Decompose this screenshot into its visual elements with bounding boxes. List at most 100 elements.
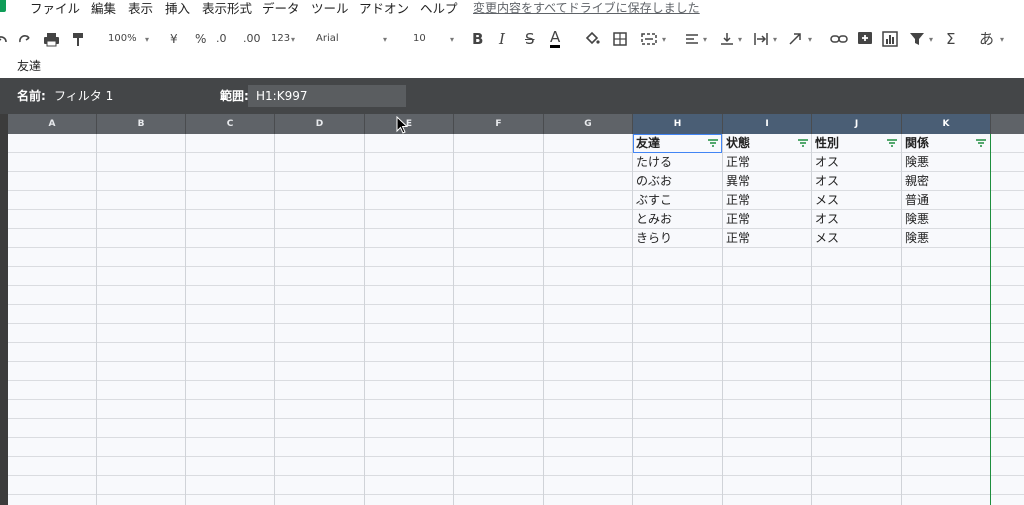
font-family-select[interactable]: Arial: [316, 30, 339, 48]
table-cell[interactable]: 険悪: [902, 210, 990, 229]
column-header-d[interactable]: D: [275, 114, 365, 134]
filter-range-label: 範囲:: [220, 89, 249, 103]
functions-button[interactable]: Σ: [946, 30, 955, 48]
insert-comment-icon[interactable]: [857, 30, 873, 48]
menu-help[interactable]: ヘルプ: [420, 0, 458, 17]
paint-format-icon[interactable]: [71, 30, 85, 48]
grid-column-line: [543, 134, 544, 505]
column-filter-icon[interactable]: [797, 138, 809, 148]
zoom-select[interactable]: 100%: [108, 30, 137, 48]
fill-color-icon[interactable]: [584, 30, 600, 48]
column-header-i[interactable]: I: [723, 114, 812, 134]
column-header-c[interactable]: C: [186, 114, 275, 134]
table-cell[interactable]: 険悪: [902, 153, 990, 172]
filter-name-label: 名前:: [17, 89, 46, 103]
table-cell[interactable]: オス: [812, 153, 902, 172]
table-cell[interactable]: きらり: [633, 229, 722, 248]
table-cell[interactable]: ぶすこ: [633, 191, 722, 210]
decrease-decimals-button[interactable]: .0: [216, 30, 227, 48]
column-header-e[interactable]: E: [365, 114, 454, 134]
row-header-strip[interactable]: [0, 114, 8, 505]
header-friend-label: 友達: [636, 136, 661, 150]
align-left-icon[interactable]: [685, 30, 699, 48]
grid-column-line: [185, 134, 186, 505]
menu-view[interactable]: 表示: [128, 0, 153, 17]
grid-column-line: [96, 134, 97, 505]
text-wrap-caret-icon: ▾: [773, 35, 778, 44]
table-header-cell[interactable]: 性別: [812, 134, 902, 153]
insert-link-icon[interactable]: [830, 30, 848, 48]
filter-range-value: H1:K997: [256, 89, 308, 103]
menu-file[interactable]: ファイル: [30, 0, 80, 17]
table-cell[interactable]: 親密: [902, 172, 990, 191]
format-currency-button[interactable]: ¥: [170, 30, 178, 48]
menu-insert[interactable]: 挿入: [165, 0, 190, 17]
table-cell[interactable]: 険悪: [902, 229, 990, 248]
italic-button[interactable]: I: [499, 30, 505, 48]
format-percent-button[interactable]: %: [195, 30, 206, 48]
column-header-h[interactable]: H: [633, 114, 723, 134]
table-cell[interactable]: たける: [633, 153, 722, 172]
table-header-cell[interactable]: 状態: [723, 134, 812, 153]
text-wrap-icon[interactable]: [753, 30, 769, 48]
column-filter-icon[interactable]: [886, 138, 898, 148]
grid-column-line: [274, 134, 275, 505]
column-header-k[interactable]: K: [902, 114, 991, 134]
table-cell[interactable]: 異常: [723, 172, 812, 191]
redo-icon[interactable]: [17, 30, 33, 48]
borders-icon[interactable]: [612, 30, 628, 48]
table-header-cell[interactable]: 関係: [902, 134, 990, 153]
save-status-link[interactable]: 変更内容をすべてドライブに保存しました: [473, 0, 700, 17]
sheets-logo-icon[interactable]: [0, 0, 6, 12]
table-header-cell[interactable]: 友達: [633, 134, 722, 153]
header-status-label: 状態: [726, 136, 751, 150]
column-header-f[interactable]: F: [454, 114, 544, 134]
insert-chart-icon[interactable]: [882, 30, 898, 48]
table-cell[interactable]: 正常: [723, 153, 812, 172]
filter-name-value[interactable]: フィルタ 1: [54, 87, 113, 105]
menu-edit[interactable]: 編集: [91, 0, 116, 17]
column-header-a[interactable]: A: [8, 114, 97, 134]
increase-decimals-button[interactable]: .00: [243, 30, 261, 48]
menu-format[interactable]: 表示形式: [202, 0, 252, 17]
input-tools-button[interactable]: あ: [979, 30, 994, 48]
menu-tools[interactable]: ツール: [311, 0, 349, 17]
vertical-align-caret-icon: ▾: [738, 35, 743, 44]
undo-icon[interactable]: [0, 30, 8, 48]
table-cell[interactable]: 正常: [723, 210, 812, 229]
merge-cells-icon[interactable]: [640, 30, 658, 48]
table-cell[interactable]: とみお: [633, 210, 722, 229]
header-gender-label: 性別: [815, 136, 840, 150]
strikethrough-button[interactable]: S: [525, 30, 535, 48]
column-header-b[interactable]: B: [97, 114, 186, 134]
vertical-align-icon[interactable]: [720, 30, 734, 48]
text-rotation-icon[interactable]: [788, 30, 804, 48]
font-size-caret-icon: ▾: [450, 35, 455, 44]
table-cell[interactable]: 正常: [723, 191, 812, 210]
column-filter-icon[interactable]: [975, 138, 987, 148]
font-size-select[interactable]: 10: [413, 30, 426, 48]
column-header-g[interactable]: G: [544, 114, 633, 134]
table-cell[interactable]: のぶお: [633, 172, 722, 191]
filter-caret-icon: ▾: [929, 35, 934, 44]
column-header-j[interactable]: J: [812, 114, 902, 134]
table-cell[interactable]: メス: [812, 229, 902, 248]
filter-icon[interactable]: [909, 30, 925, 48]
more-formats-button[interactable]: 123: [271, 30, 290, 48]
column-filter-icon[interactable]: [707, 138, 719, 148]
table-cell[interactable]: オス: [812, 210, 902, 229]
input-tools-caret-icon: ▾: [1000, 35, 1005, 44]
table-cell[interactable]: 普通: [902, 191, 990, 210]
filter-range-input[interactable]: H1:K997: [248, 85, 406, 107]
table-cell[interactable]: メス: [812, 191, 902, 210]
table-cell[interactable]: 正常: [723, 229, 812, 248]
menu-data[interactable]: データ: [262, 0, 300, 17]
table-cell[interactable]: オス: [812, 172, 902, 191]
filter-view-bar: 名前: フィルタ 1 範囲: H1:K997: [0, 78, 1024, 114]
more-formats-caret-icon: ▾: [291, 35, 296, 44]
text-color-button[interactable]: A: [550, 30, 561, 48]
bold-button[interactable]: B: [472, 30, 483, 48]
mouse-cursor-icon: [396, 116, 408, 134]
print-icon[interactable]: [43, 30, 60, 48]
menu-addons[interactable]: アドオン: [359, 0, 409, 17]
